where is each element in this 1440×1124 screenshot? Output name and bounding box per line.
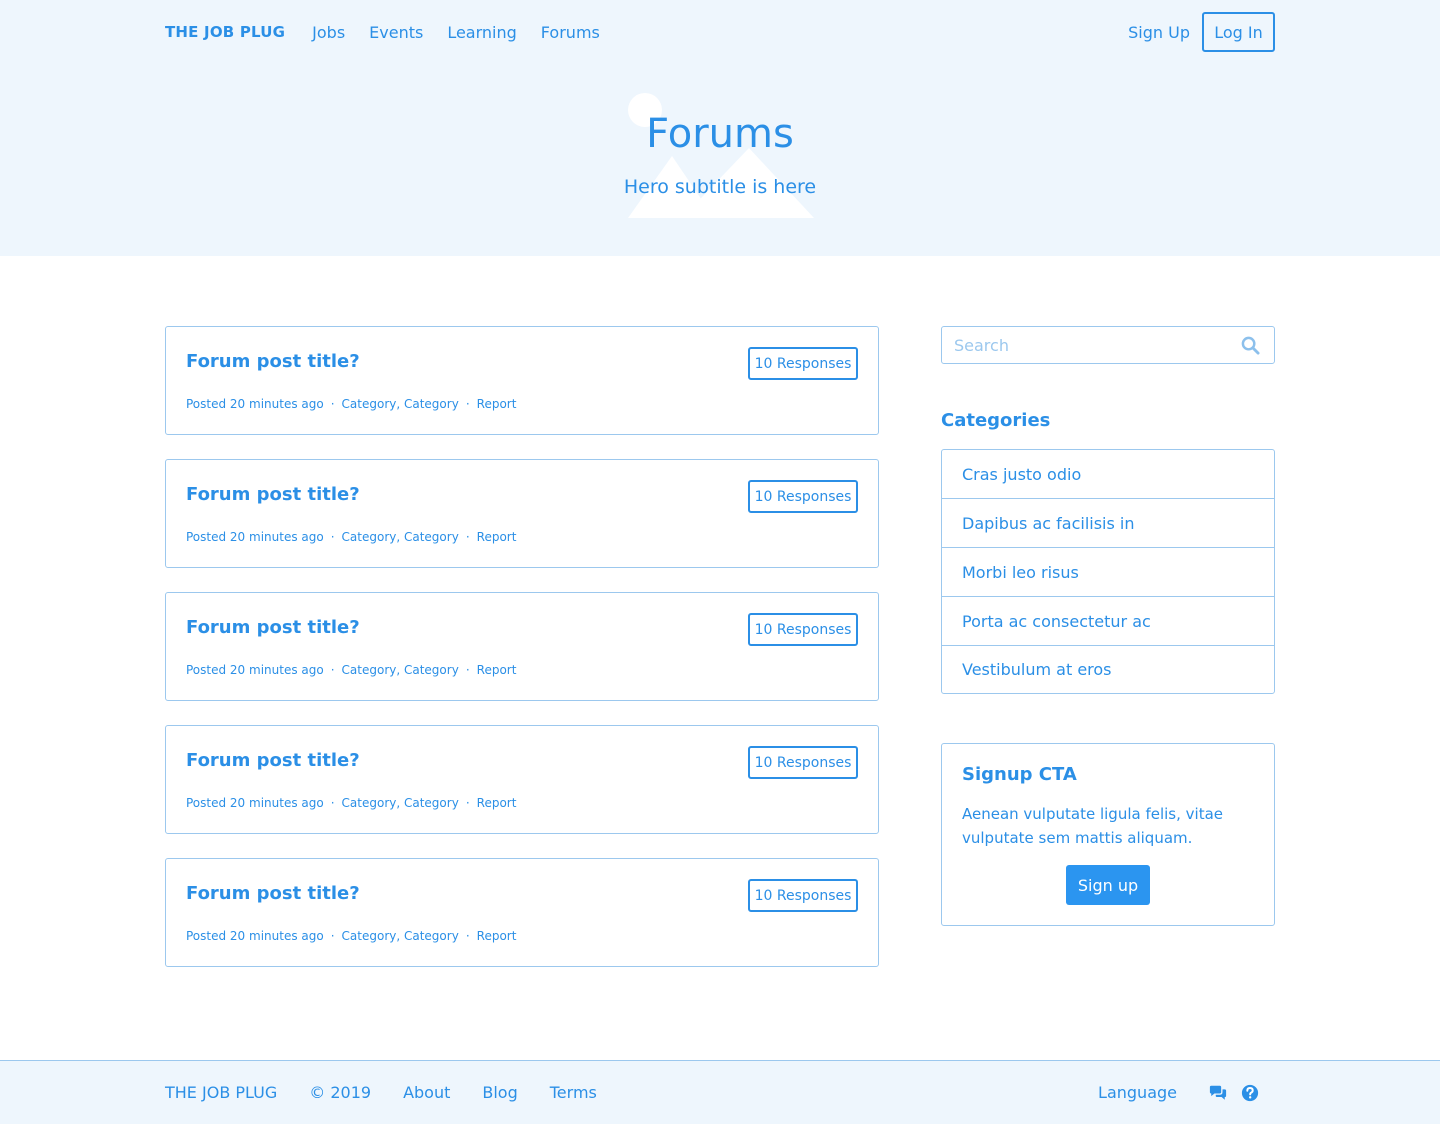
- meta-separator: ·: [465, 530, 470, 544]
- post-title[interactable]: Forum post title?: [186, 750, 360, 771]
- post-time: Posted 20 minutes ago: [186, 929, 324, 943]
- responses-button[interactable]: 10 Responses: [748, 879, 858, 912]
- report-link[interactable]: Report: [477, 663, 517, 677]
- meta-separator: ·: [330, 929, 335, 943]
- post-meta: Posted 20 minutes ago · Category, Catego…: [186, 796, 516, 810]
- footer-brand: THE JOB PLUG: [165, 1083, 278, 1102]
- post-time: Posted 20 minutes ago: [186, 530, 324, 544]
- nav-link-forums[interactable]: Forums: [541, 23, 600, 42]
- forum-post-card: Forum post title? 10 Responses Posted 20…: [165, 592, 879, 701]
- signup-cta-card: Signup CTA Aenean vulputate ligula felis…: [941, 743, 1275, 926]
- hero-subtitle: Hero subtitle is here: [623, 176, 817, 198]
- report-link[interactable]: Report: [477, 397, 517, 411]
- categories-heading: Categories: [941, 410, 1051, 431]
- post-categories[interactable]: Category, Category: [342, 530, 459, 544]
- post-time: Posted 20 minutes ago: [186, 796, 324, 810]
- meta-separator: ·: [465, 397, 470, 411]
- cta-title: Signup CTA: [962, 764, 1077, 785]
- post-categories[interactable]: Category, Category: [342, 929, 459, 943]
- nav-link-jobs[interactable]: Jobs: [312, 23, 345, 42]
- nav-auth: Sign Up Log In: [1128, 12, 1275, 52]
- category-item[interactable]: Dapibus ac facilisis in: [942, 499, 1274, 548]
- post-categories[interactable]: Category, Category: [342, 397, 459, 411]
- meta-separator: ·: [465, 796, 470, 810]
- meta-separator: ·: [330, 530, 335, 544]
- nav-link-events[interactable]: Events: [369, 23, 423, 42]
- footer-link-blog[interactable]: Blog: [482, 1083, 517, 1102]
- post-meta: Posted 20 minutes ago · Category, Catego…: [186, 929, 516, 943]
- chat-icon[interactable]: [1209, 1084, 1227, 1102]
- footer-link-terms[interactable]: Terms: [550, 1083, 597, 1102]
- forum-post-list: Forum post title? 10 Responses Posted 20…: [165, 326, 879, 991]
- brand-logo[interactable]: THE JOB PLUG: [165, 23, 285, 41]
- language-selector[interactable]: Language: [1098, 1083, 1177, 1102]
- meta-separator: ·: [465, 929, 470, 943]
- image-placeholder-icon: [628, 93, 814, 218]
- meta-separator: ·: [330, 796, 335, 810]
- nav-link-learning[interactable]: Learning: [447, 23, 516, 42]
- post-time: Posted 20 minutes ago: [186, 397, 324, 411]
- meta-separator: ·: [330, 397, 335, 411]
- help-icon[interactable]: [1241, 1084, 1259, 1102]
- post-title[interactable]: Forum post title?: [186, 351, 360, 372]
- report-link[interactable]: Report: [477, 929, 517, 943]
- forum-post-card: Forum post title? 10 Responses Posted 20…: [165, 858, 879, 967]
- forum-post-card: Forum post title? 10 Responses Posted 20…: [165, 725, 879, 834]
- post-title[interactable]: Forum post title?: [186, 617, 360, 638]
- responses-button[interactable]: 10 Responses: [748, 746, 858, 779]
- category-item[interactable]: Porta ac consectetur ac: [942, 597, 1274, 646]
- post-meta: Posted 20 minutes ago · Category, Catego…: [186, 663, 516, 677]
- search-box: [941, 326, 1275, 364]
- meta-separator: ·: [330, 663, 335, 677]
- post-categories[interactable]: Category, Category: [342, 663, 459, 677]
- report-link[interactable]: Report: [477, 796, 517, 810]
- footer: THE JOB PLUG © 2019 About Blog Terms Lan…: [0, 1060, 1440, 1124]
- post-title[interactable]: Forum post title?: [186, 883, 360, 904]
- post-meta: Posted 20 minutes ago · Category, Catego…: [186, 530, 516, 544]
- category-item[interactable]: Morbi leo risus: [942, 548, 1274, 597]
- post-title[interactable]: Forum post title?: [186, 484, 360, 505]
- forum-post-card: Forum post title? 10 Responses Posted 20…: [165, 459, 879, 568]
- cta-body: Aenean vulputate ligula felis, vitae vul…: [962, 805, 1223, 847]
- category-item[interactable]: Vestibulum at eros: [942, 646, 1274, 693]
- signup-button[interactable]: Sign up: [1066, 865, 1150, 905]
- login-button[interactable]: Log In: [1202, 12, 1275, 52]
- signup-link[interactable]: Sign Up: [1128, 23, 1190, 42]
- responses-button[interactable]: 10 Responses: [748, 480, 858, 513]
- category-item[interactable]: Cras justo odio: [942, 450, 1274, 499]
- search-input[interactable]: [942, 327, 1222, 363]
- forum-post-card: Forum post title? 10 Responses Posted 20…: [165, 326, 879, 435]
- top-navbar: THE JOB PLUG Jobs Events Learning Forums…: [0, 0, 1440, 64]
- post-meta: Posted 20 minutes ago · Category, Catego…: [186, 397, 516, 411]
- meta-separator: ·: [465, 663, 470, 677]
- post-time: Posted 20 minutes ago: [186, 663, 324, 677]
- page-title: Forums: [646, 111, 794, 157]
- search-icon[interactable]: [1241, 336, 1260, 355]
- post-categories[interactable]: Category, Category: [342, 796, 459, 810]
- report-link[interactable]: Report: [477, 530, 517, 544]
- responses-button[interactable]: 10 Responses: [748, 613, 858, 646]
- footer-link-about[interactable]: About: [403, 1083, 450, 1102]
- footer-copyright: © 2019: [309, 1083, 372, 1102]
- categories-list: Cras justo odio Dapibus ac facilisis in …: [941, 449, 1275, 694]
- responses-button[interactable]: 10 Responses: [748, 347, 858, 380]
- footer-actions: Language: [1098, 1083, 1275, 1102]
